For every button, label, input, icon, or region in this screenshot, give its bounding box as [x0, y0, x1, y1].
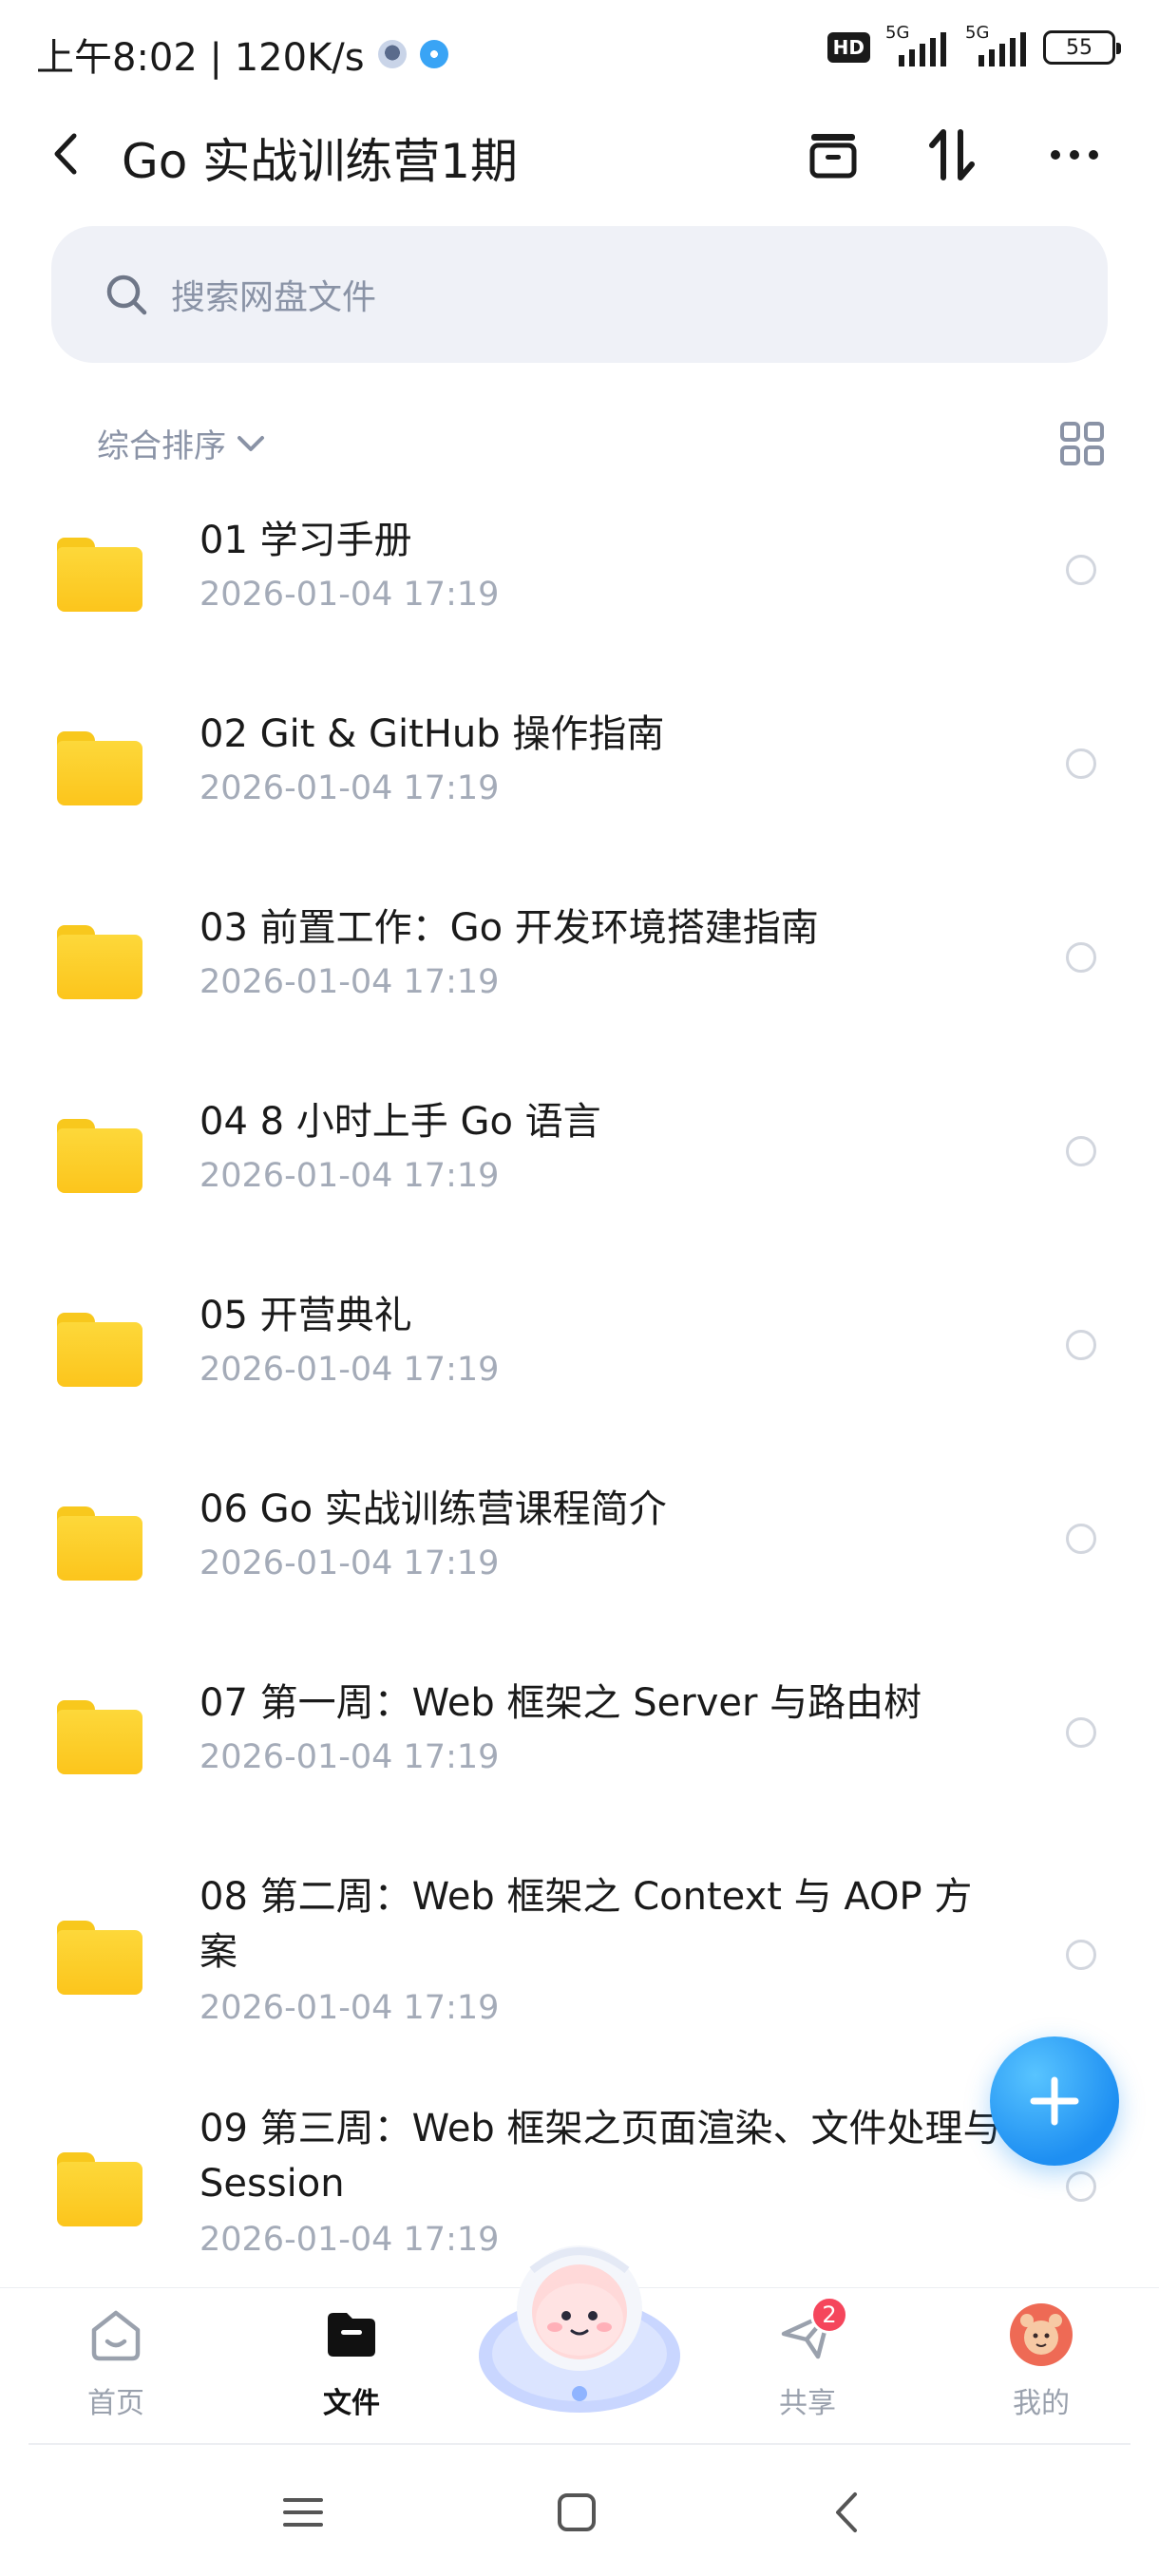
- sort-button[interactable]: [920, 122, 986, 188]
- page-title: Go 实战训练营1期: [122, 134, 519, 189]
- back-triangle-icon: [836, 2492, 857, 2532]
- hd-indicator: HD: [826, 32, 870, 63]
- folder-icon: [57, 1313, 142, 1387]
- file-date: 2026-01-04 17:19: [200, 963, 500, 1001]
- file-date: 2026-01-04 17:19: [200, 576, 500, 614]
- select-checkbox[interactable]: [1066, 1940, 1096, 1970]
- file-date: 2026-01-04 17:19: [200, 1989, 500, 2027]
- file-date: 2026-01-04 17:19: [200, 769, 500, 807]
- file-name: 05 开营典礼: [200, 1294, 412, 1337]
- battery-icon: 55: [1043, 30, 1121, 65]
- nav-files[interactable]: 文件: [285, 2301, 418, 2434]
- list-item[interactable]: 03 前置工作：Go 开发环境搭建指南 2026-01-04 17:19: [0, 900, 1159, 1090]
- list-item[interactable]: 05 开营典礼 2026-01-04 17:19: [0, 1288, 1159, 1478]
- status-left: 上午8:02 | 120K/s: [36, 27, 448, 82]
- select-checkbox[interactable]: [1066, 555, 1096, 585]
- folder-icon: [57, 1506, 142, 1581]
- file-date: 2026-01-04 17:19: [200, 1738, 500, 1776]
- file-date: 2026-01-04 17:19: [200, 2221, 500, 2259]
- archive-button[interactable]: [800, 122, 866, 188]
- menu-button[interactable]: [270, 2479, 336, 2546]
- signal-2-icon: 5G: [963, 23, 1030, 66]
- folder-icon: [57, 1119, 142, 1193]
- more-icon: [1051, 150, 1098, 160]
- list-item[interactable]: 04 8 小时上手 Go 语言 2026-01-04 17:19: [0, 1094, 1159, 1284]
- file-date: 2026-01-04 17:19: [200, 1157, 500, 1195]
- nav-home[interactable]: 首页: [49, 2301, 182, 2434]
- sort-arrows-icon: [929, 129, 975, 180]
- time-speed: 上午8:02 | 120K/s: [36, 36, 365, 80]
- search-icon: [106, 275, 147, 315]
- more-button[interactable]: [1041, 122, 1108, 188]
- share-badge: 2: [810, 2296, 848, 2334]
- status-bar: 上午8:02 | 120K/s HD 5G 5G 55: [0, 0, 1159, 104]
- nav-home-label: 首页: [87, 2387, 144, 2420]
- system-nav: [0, 2447, 1159, 2576]
- file-date: 2026-01-04 17:19: [200, 1351, 500, 1389]
- file-name: 03 前置工作：Go 开发环境搭建指南: [200, 906, 819, 950]
- file-name: 01 学习手册: [200, 519, 412, 562]
- nav-share-label: 共享: [779, 2387, 836, 2420]
- back-button[interactable]: [38, 125, 95, 182]
- list-item[interactable]: 07 第一周：Web 框架之 Server 与路由树 2026-01-04 17…: [0, 1676, 1159, 1866]
- menu-icon: [283, 2498, 323, 2527]
- list-item[interactable]: 06 Go 实战训练营课程简介 2026-01-04 17:19: [0, 1482, 1159, 1672]
- search-placeholder: 搜索网盘文件: [171, 278, 377, 317]
- folder-icon: [57, 731, 142, 805]
- file-name: 09 第三周：Web 框架之页面渲染、文件处理与 Session: [200, 2107, 1001, 2206]
- folder-icon: [57, 2152, 142, 2226]
- avatar: [1008, 2301, 1074, 2368]
- nav-mine[interactable]: 我的: [975, 2301, 1108, 2434]
- folder-icon: [57, 538, 142, 612]
- file-name: 06 Go 实战训练营课程简介: [200, 1487, 667, 1531]
- list-item[interactable]: 08 第二周：Web 框架之 Context 与 AOP 方案 2026-01-…: [0, 1869, 1159, 2107]
- file-date: 2026-01-04 17:19: [200, 1544, 500, 1582]
- grid-view-icon[interactable]: [1058, 420, 1106, 467]
- files-icon: [318, 2301, 385, 2368]
- nav-files-label: 文件: [323, 2387, 380, 2420]
- plus-icon: [1030, 2076, 1079, 2126]
- folder-icon: [57, 925, 142, 999]
- mascot-assistant-icon[interactable]: [475, 2232, 684, 2422]
- system-back-button[interactable]: [815, 2479, 882, 2546]
- battery-level: 55: [1066, 35, 1092, 60]
- file-name: 07 第一周：Web 框架之 Server 与路由树: [200, 1681, 922, 1725]
- folder-icon: [57, 1700, 142, 1774]
- home-icon: [83, 2301, 149, 2368]
- search-input[interactable]: 搜索网盘文件: [51, 226, 1108, 363]
- signal-1-icon: 5G: [884, 23, 950, 66]
- status-right: HD 5G 5G 55: [826, 23, 1121, 66]
- folder-icon: [57, 1921, 142, 1995]
- sort-bar: 综合排序: [0, 408, 1159, 475]
- list-item[interactable]: 02 Git & GitHub 操作指南 2026-01-04 17:19: [0, 707, 1159, 897]
- back-arrow-icon: [54, 133, 77, 175]
- divider: [28, 2443, 1130, 2445]
- chevron-down-icon: [238, 435, 264, 451]
- file-name: 08 第二周：Web 框架之 Context 与 AOP 方案: [200, 1875, 973, 1974]
- sort-dropdown[interactable]: 综合排序: [97, 420, 268, 466]
- share-icon: 2: [774, 2296, 848, 2368]
- notification-app-icon: [419, 40, 448, 68]
- select-checkbox[interactable]: [1066, 1330, 1096, 1360]
- select-checkbox[interactable]: [1066, 1136, 1096, 1166]
- list-item[interactable]: 01 学习手册 2026-01-04 17:19: [0, 513, 1159, 703]
- header: Go 实战训练营1期: [0, 104, 1159, 199]
- notification-avatar-icon: [377, 40, 407, 68]
- sort-label: 综合排序: [97, 427, 226, 465]
- nav-mine-label: 我的: [1013, 2387, 1070, 2420]
- file-name: 04 8 小时上手 Go 语言: [200, 1100, 601, 1144]
- home-button[interactable]: [543, 2479, 610, 2546]
- file-name: 02 Git & GitHub 操作指南: [200, 712, 665, 756]
- select-checkbox[interactable]: [1066, 1524, 1096, 1554]
- add-button[interactable]: [990, 2036, 1119, 2166]
- select-checkbox[interactable]: [1066, 1717, 1096, 1748]
- square-home-icon: [558, 2493, 596, 2531]
- select-checkbox[interactable]: [1066, 2171, 1096, 2202]
- nav-share[interactable]: 2 共享: [741, 2296, 874, 2434]
- select-checkbox[interactable]: [1066, 942, 1096, 973]
- archive-icon: [809, 134, 857, 179]
- select-checkbox[interactable]: [1066, 748, 1096, 779]
